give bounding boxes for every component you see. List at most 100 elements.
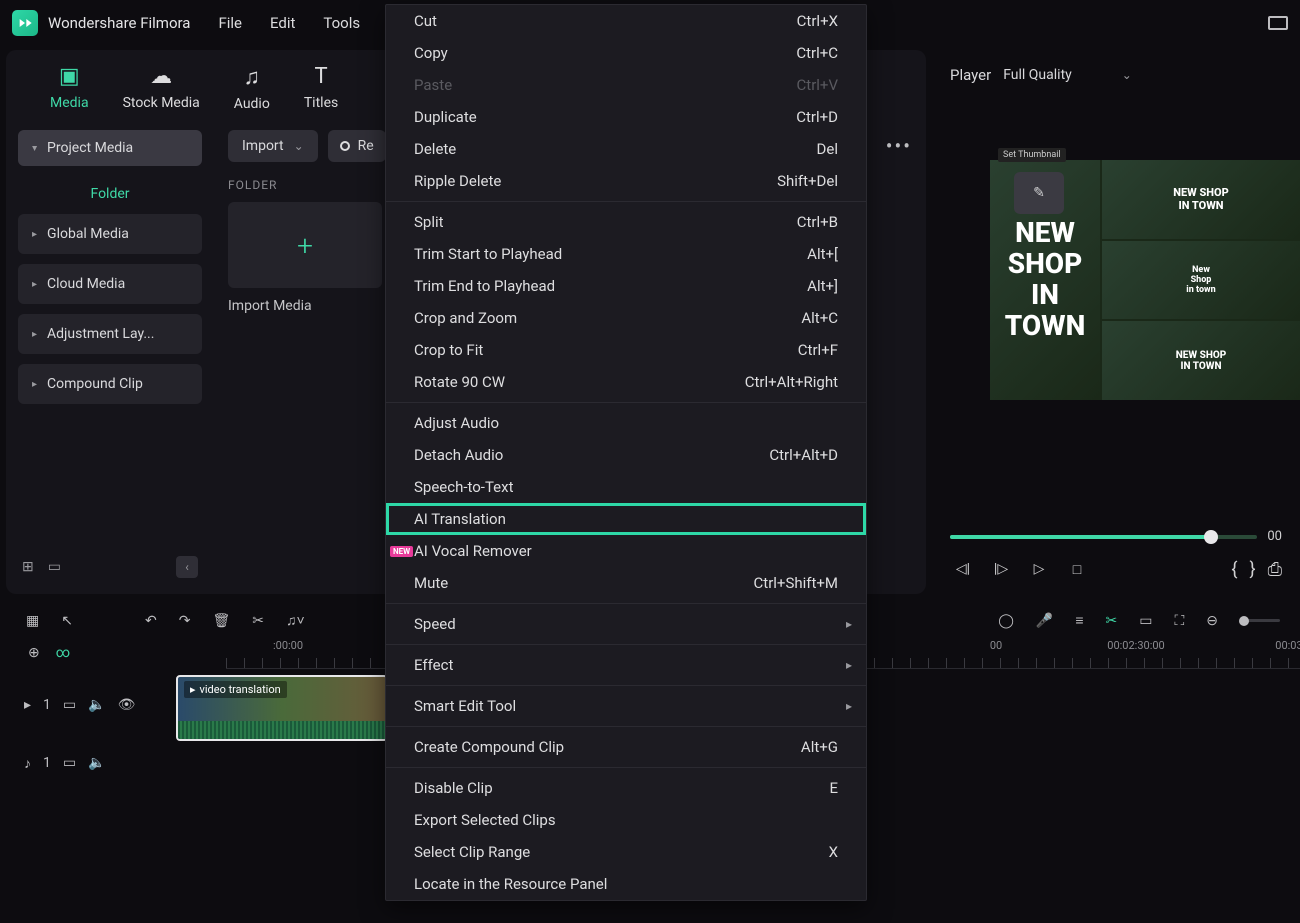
tab-stock-media[interactable]: ☁ Stock Media — [123, 64, 200, 112]
scrub-knob[interactable] — [1204, 530, 1218, 544]
sidebar-compound-clip[interactable]: ▸Compound Clip — [18, 364, 202, 404]
fit-icon[interactable]: ⛶ — [1174, 613, 1184, 629]
project-media-label: Project Media — [47, 140, 133, 156]
image-icon: ▣ — [59, 64, 80, 89]
edit-icon[interactable]: ✎ — [1014, 172, 1064, 214]
record-button[interactable]: Re — [328, 130, 386, 162]
project-media-button[interactable]: ▸ Project Media — [18, 130, 202, 166]
menu-edit[interactable]: Edit — [270, 14, 295, 32]
play-button[interactable]: ▷ — [1026, 556, 1052, 582]
ctx-effect[interactable]: Effect — [386, 649, 866, 681]
menu-tools[interactable]: Tools — [323, 14, 360, 32]
timeline-clip[interactable]: ▸video translation — [176, 675, 388, 741]
ctx-smart-edit-tool[interactable]: Smart Edit Tool — [386, 690, 866, 722]
mute-icon[interactable]: 🔈 — [88, 755, 105, 771]
ctx-trim-start-to-playhead[interactable]: Trim Start to PlayheadAlt+[ — [386, 238, 866, 270]
ctx-copy[interactable]: CopyCtrl+C — [386, 37, 866, 69]
ctx-speed[interactable]: Speed — [386, 608, 866, 640]
ruler-tick: :00:00 — [273, 639, 303, 652]
ctx-export-selected-clips[interactable]: Export Selected Clips — [386, 804, 866, 836]
new-folder-icon[interactable]: ⊞ — [22, 559, 34, 575]
tab-audio[interactable]: ♫ Audio — [234, 64, 270, 112]
render-icon[interactable]: ▭ — [1139, 613, 1152, 629]
menubar: File Edit Tools — [218, 14, 360, 32]
music-tool-icon[interactable]: ♫˅ — [286, 612, 305, 629]
marker-icon[interactable]: ◯ — [998, 613, 1014, 629]
music-icon: ♫ — [244, 64, 261, 90]
record-icon — [340, 141, 350, 151]
ctx-select-clip-range[interactable]: Select Clip RangeX — [386, 836, 866, 868]
stop-button[interactable]: □ — [1064, 556, 1090, 582]
sidebar-global-media[interactable]: ▸Global Media — [18, 214, 202, 254]
ctx-locate-in-the-resource-panel[interactable]: Locate in the Resource Panel — [386, 868, 866, 900]
context-menu: CutCtrl+XCopyCtrl+CPasteCtrl+VDuplicateC… — [385, 4, 867, 901]
preview-frame: Set Thumbnail ✎ NEW SHOPIN TOWN NEWSHOPI… — [990, 160, 1300, 400]
zoom-slider[interactable] — [1240, 619, 1280, 622]
scrub-track[interactable] — [950, 535, 1257, 539]
import-button[interactable]: Import ⌄ — [228, 130, 318, 162]
snapshot-button[interactable]: ⎙ — [1268, 559, 1282, 580]
layout-icon[interactable] — [1268, 16, 1288, 30]
mark-out-button[interactable]: } — [1250, 559, 1256, 580]
ctx-paste: PasteCtrl+V — [386, 69, 866, 101]
lock-icon[interactable]: ▭ — [63, 697, 76, 713]
ctx-delete[interactable]: DeleteDel — [386, 133, 866, 165]
preview-viewport: Set Thumbnail ✎ NEW SHOPIN TOWN NEWSHOPI… — [932, 100, 1300, 517]
mixer-icon[interactable]: ≡ — [1075, 612, 1083, 629]
text-icon: T — [314, 64, 327, 89]
ctx-rotate-90-cw[interactable]: Rotate 90 CWCtrl+Alt+Right — [386, 366, 866, 398]
collapse-icon[interactable]: ‹ — [176, 556, 198, 578]
grid-icon[interactable]: ▦ — [26, 613, 39, 629]
ctx-disable-clip[interactable]: Disable ClipE — [386, 772, 866, 804]
ctx-crop-to-fit[interactable]: Crop to FitCtrl+F — [386, 334, 866, 366]
next-frame-button[interactable]: |▷ — [988, 556, 1014, 582]
mic-icon[interactable]: 🎤 — [1036, 613, 1053, 629]
split-icon[interactable]: ✂ — [1105, 613, 1117, 629]
cloud-icon: ☁ — [150, 64, 172, 89]
folder-heading: Folder — [18, 178, 202, 214]
mark-in-button[interactable]: { — [1231, 559, 1237, 580]
media-sidebar: ▸ Project Media Folder ▸Global Media ▸Cl… — [6, 122, 214, 594]
zoom-out-icon[interactable]: ⊖ — [1206, 613, 1218, 629]
ctx-detach-audio[interactable]: Detach AudioCtrl+Alt+D — [386, 439, 866, 471]
tab-media[interactable]: ▣ Media — [50, 64, 89, 112]
ctx-duplicate[interactable]: DuplicateCtrl+D — [386, 101, 866, 133]
ctx-ai-vocal-remover[interactable]: AI Vocal RemoverNEW — [386, 535, 866, 567]
play-icon: ▸ — [190, 683, 196, 696]
transport-controls: ◁| |▷ ▷ □ { } ⎙ — [932, 550, 1300, 594]
quality-selector[interactable]: Full Quality ⌄ — [1003, 67, 1132, 83]
prev-frame-button[interactable]: ◁| — [950, 556, 976, 582]
more-icon[interactable]: ••• — [886, 134, 912, 158]
tab-titles[interactable]: T Titles — [304, 64, 338, 112]
menu-file[interactable]: File — [218, 14, 242, 32]
redo-button[interactable]: ↷ — [179, 613, 191, 629]
ctx-create-compound-clip[interactable]: Create Compound ClipAlt+G — [386, 731, 866, 763]
set-thumbnail-badge[interactable]: Set Thumbnail — [998, 148, 1066, 162]
cut-button[interactable]: ✂ — [252, 613, 264, 629]
pointer-icon[interactable]: ↖ — [61, 613, 73, 629]
scrub-bar[interactable]: 00 — [932, 517, 1300, 550]
ctx-speech-to-text[interactable]: Speech-to-Text — [386, 471, 866, 503]
ctx-ripple-delete[interactable]: Ripple DeleteShift+Del — [386, 165, 866, 197]
ctx-adjust-audio[interactable]: Adjust Audio — [386, 407, 866, 439]
ctx-mute[interactable]: MuteCtrl+Shift+M — [386, 567, 866, 599]
add-track-icon[interactable]: ⊕ — [28, 645, 40, 661]
lock-icon[interactable]: ▭ — [63, 755, 76, 771]
audio-track-icon: ♪ — [24, 755, 31, 772]
sidebar-adjustment-layer[interactable]: ▸Adjustment Lay... — [18, 314, 202, 354]
ruler-tick: 00:02:30:00 — [1107, 639, 1164, 652]
sidebar-cloud-media[interactable]: ▸Cloud Media — [18, 264, 202, 304]
ctx-trim-end-to-playhead[interactable]: Trim End to PlayheadAlt+] — [386, 270, 866, 302]
ctx-crop-and-zoom[interactable]: Crop and ZoomAlt+C — [386, 302, 866, 334]
ctx-ai-translation[interactable]: AI Translation — [386, 503, 866, 535]
mute-icon[interactable]: 🔈 — [88, 697, 105, 713]
ctx-split[interactable]: SplitCtrl+B — [386, 206, 866, 238]
link-icon[interactable]: ∞ — [56, 645, 70, 661]
undo-button[interactable]: ↶ — [145, 613, 157, 629]
import-media-tile[interactable]: + — [228, 202, 382, 288]
delete-button[interactable]: 🗑 — [212, 613, 230, 629]
ctx-cut[interactable]: CutCtrl+X — [386, 5, 866, 37]
chevron-down-icon: ⌄ — [294, 139, 304, 153]
folder-icon[interactable]: ▭ — [48, 559, 61, 575]
player-panel: Player Full Quality ⌄ Set Thumbnail ✎ NE… — [932, 50, 1300, 594]
